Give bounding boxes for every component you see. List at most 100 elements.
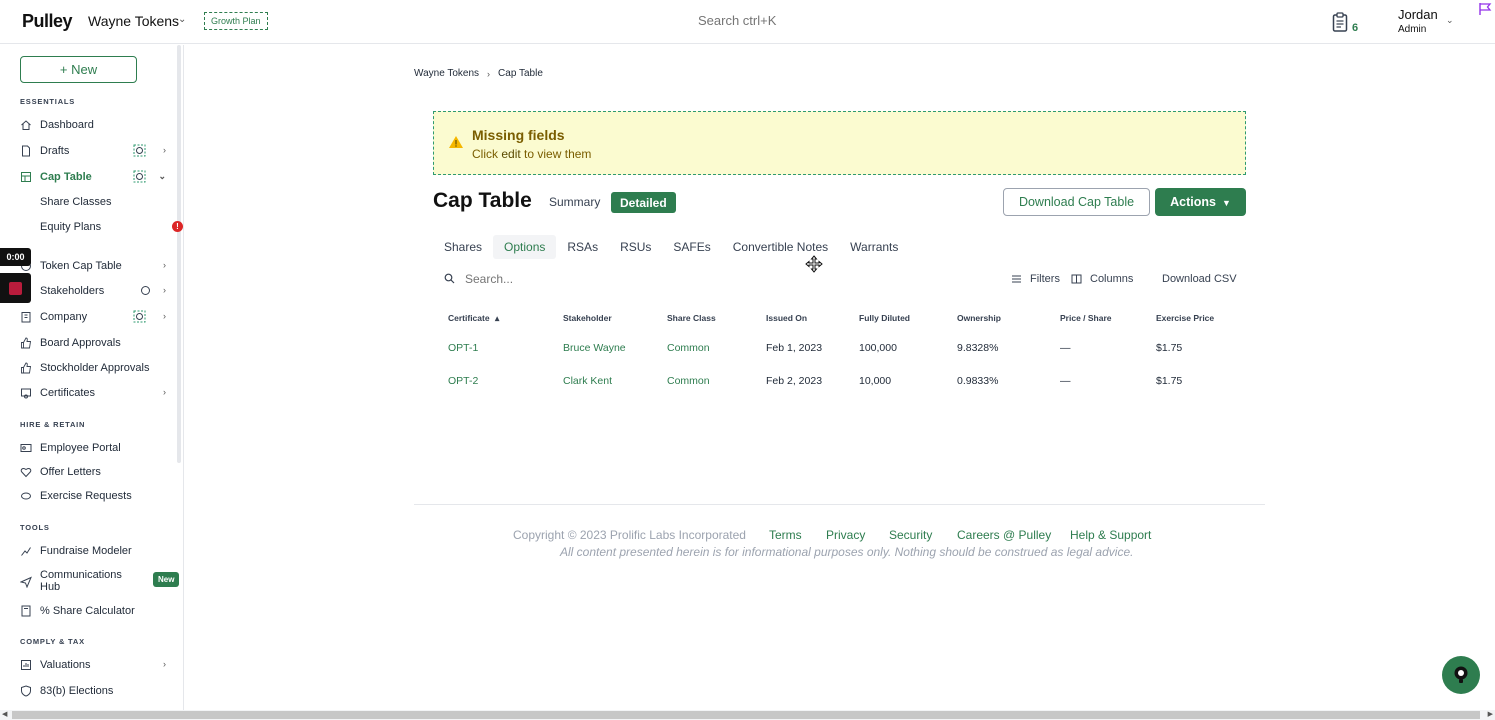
user-name[interactable]: Jordan [1398,7,1438,22]
sidebar-item-stockholder-approvals[interactable]: Stockholder Approvals [20,358,170,378]
chevron-down-icon[interactable]: ⌄ [1446,15,1454,26]
breadcrumb: Wayne Tokens › Cap Table [414,68,543,79]
alert-text: to view them [524,147,592,161]
copyright-text: Copyright © 2023 Prolific Labs Incorpora… [513,528,746,542]
sidebar-item-company[interactable]: Company › [20,307,170,327]
column-header-issued-on[interactable]: Issued On [766,313,807,323]
chevron-right-icon[interactable]: › [163,659,166,669]
actions-button[interactable]: Actions ▼ [1155,188,1246,216]
search-icon [444,273,455,284]
filters-label: Filters [1030,273,1060,285]
share-class-link[interactable]: Common [667,375,710,387]
sidebar-item-label: Fundraise Modeler [40,545,132,557]
pulley-logo[interactable]: Pulley [22,11,73,32]
chevron-down-icon[interactable]: ⌄ [178,14,186,25]
download-csv-button[interactable]: Download CSV [1162,273,1237,285]
column-header-ownership[interactable]: Ownership [957,313,1001,323]
chevron-right-icon[interactable]: › [163,285,166,295]
sidebar-item-board-approvals[interactable]: Board Approvals [20,333,170,353]
share-class-link[interactable]: Common [667,342,710,354]
footer-link-security[interactable]: Security [889,528,932,542]
stakeholder-link[interactable]: Clark Kent [563,375,612,387]
tab-rsas[interactable]: RSAs [556,235,609,259]
sidebar-item-valuations[interactable]: Valuations › [20,655,170,675]
footer-link-privacy[interactable]: Privacy [826,528,865,542]
tab-options[interactable]: Options [493,235,557,259]
sidebar-item-share-classes[interactable]: Share Classes [40,192,190,212]
tab-safes[interactable]: SAFEs [662,235,721,259]
global-search-input[interactable] [698,13,818,28]
sidebar-item-label: % Share Calculator [40,605,135,617]
sidebar-item-communications-hub[interactable]: Communications Hub New [20,569,180,595]
sidebar-item-drafts[interactable]: Drafts › [20,141,170,161]
sidebar-item-equity-plans[interactable]: Equity Plans ! [40,217,183,237]
filters-button[interactable]: Filters [1011,273,1060,285]
clipboard-icon[interactable] [1332,12,1348,32]
stakeholder-link[interactable]: Bruce Wayne [563,342,626,354]
recording-timer[interactable]: 0:00 [0,248,31,266]
scroll-left-icon[interactable]: ◀ [2,710,7,718]
horizontal-scrollbar[interactable]: ◀ ▶ [0,710,1495,720]
breadcrumb-item[interactable]: Cap Table [498,68,543,79]
notification-count[interactable]: 6 [1352,22,1358,34]
chevron-right-icon[interactable]: › [163,145,166,155]
flag-icon[interactable] [1478,2,1492,16]
sidebar-item-offer-letters[interactable]: Offer Letters [20,462,170,482]
scrollbar-thumb[interactable] [12,711,1480,719]
sidebar-item-employee-portal[interactable]: Employee Portal [20,438,170,458]
column-header-certificate[interactable]: Certificate ▴ [448,313,499,324]
footer-link-terms[interactable]: Terms [769,528,802,542]
stop-recording-button[interactable] [0,273,31,303]
breadcrumb-item[interactable]: Wayne Tokens [414,68,479,79]
sidebar-item-stakeholders[interactable]: Stakeholders › [20,281,170,301]
column-header-price-per-share[interactable]: Price / Share [1060,313,1112,323]
plan-badge[interactable]: Growth Plan [204,12,268,30]
view-toggle-summary[interactable]: Summary [549,195,600,209]
columns-button[interactable]: Columns [1071,273,1133,285]
table-search-input[interactable] [465,272,665,286]
new-button[interactable]: + New [20,56,137,83]
chevron-right-icon[interactable]: › [163,311,166,321]
legal-disclaimer: All content presented herein is for info… [560,545,1134,559]
view-toggle-detailed[interactable]: Detailed [611,192,676,213]
help-icon [1454,666,1468,683]
certificate-link[interactable]: OPT-2 [448,375,478,387]
sidebar-item-share-calculator[interactable]: % Share Calculator [20,601,170,621]
footer-link-careers[interactable]: Careers @ Pulley [957,528,1051,542]
sidebar-item-certificates[interactable]: Certificates › [20,383,170,403]
columns-label: Columns [1090,273,1134,285]
download-cap-table-button[interactable]: Download Cap Table [1003,188,1150,216]
sort-asc-icon[interactable]: ▴ [495,313,499,323]
chevron-down-icon[interactable]: ⌄ [158,171,166,182]
help-button[interactable] [1442,656,1480,694]
sidebar-scrollbar[interactable] [177,45,181,463]
chevron-right-icon[interactable]: › [163,260,166,270]
column-header-stakeholder[interactable]: Stakeholder [563,313,612,323]
sidebar-item-token-cap-table[interactable]: Token Cap Table › [20,256,170,276]
sparkle-icon [133,170,146,183]
tab-shares[interactable]: Shares [433,235,493,259]
tab-rsus[interactable]: RSUs [609,235,662,259]
edit-link[interactable]: edit [501,147,520,161]
chevron-right-icon[interactable]: › [163,387,166,397]
column-header-share-class[interactable]: Share Class [667,313,716,323]
scroll-right-icon[interactable]: ▶ [1488,710,1493,718]
column-header-fully-diluted[interactable]: Fully Diluted [859,313,910,323]
missing-fields-alert: Missing fields Click edit to view them [433,111,1246,175]
alert-title: Missing fields [472,127,565,143]
sidebar-item-dashboard[interactable]: Dashboard [20,115,170,135]
sidebar-item-exercise-requests[interactable]: Exercise Requests [20,486,170,506]
certificate-link[interactable]: OPT-1 [448,342,478,354]
sidebar-item-label: Cap Table [40,171,92,183]
company-switcher[interactable]: Wayne Tokens [88,13,179,29]
building-icon [21,312,31,323]
fully-diluted-cell: 100,000 [859,342,897,354]
home-icon [21,120,31,130]
column-header-exercise-price[interactable]: Exercise Price [1156,313,1214,323]
tab-warrants[interactable]: Warrants [839,235,909,259]
sidebar-item-fundraise-modeler[interactable]: Fundraise Modeler [20,541,170,561]
sidebar-item-83b-elections[interactable]: 83(b) Elections [20,681,170,701]
sidebar-item-cap-table[interactable]: Cap Table ⌄ [20,167,170,187]
sidebar-item-label: Employee Portal [40,442,121,454]
footer-link-help[interactable]: Help & Support [1070,528,1151,542]
